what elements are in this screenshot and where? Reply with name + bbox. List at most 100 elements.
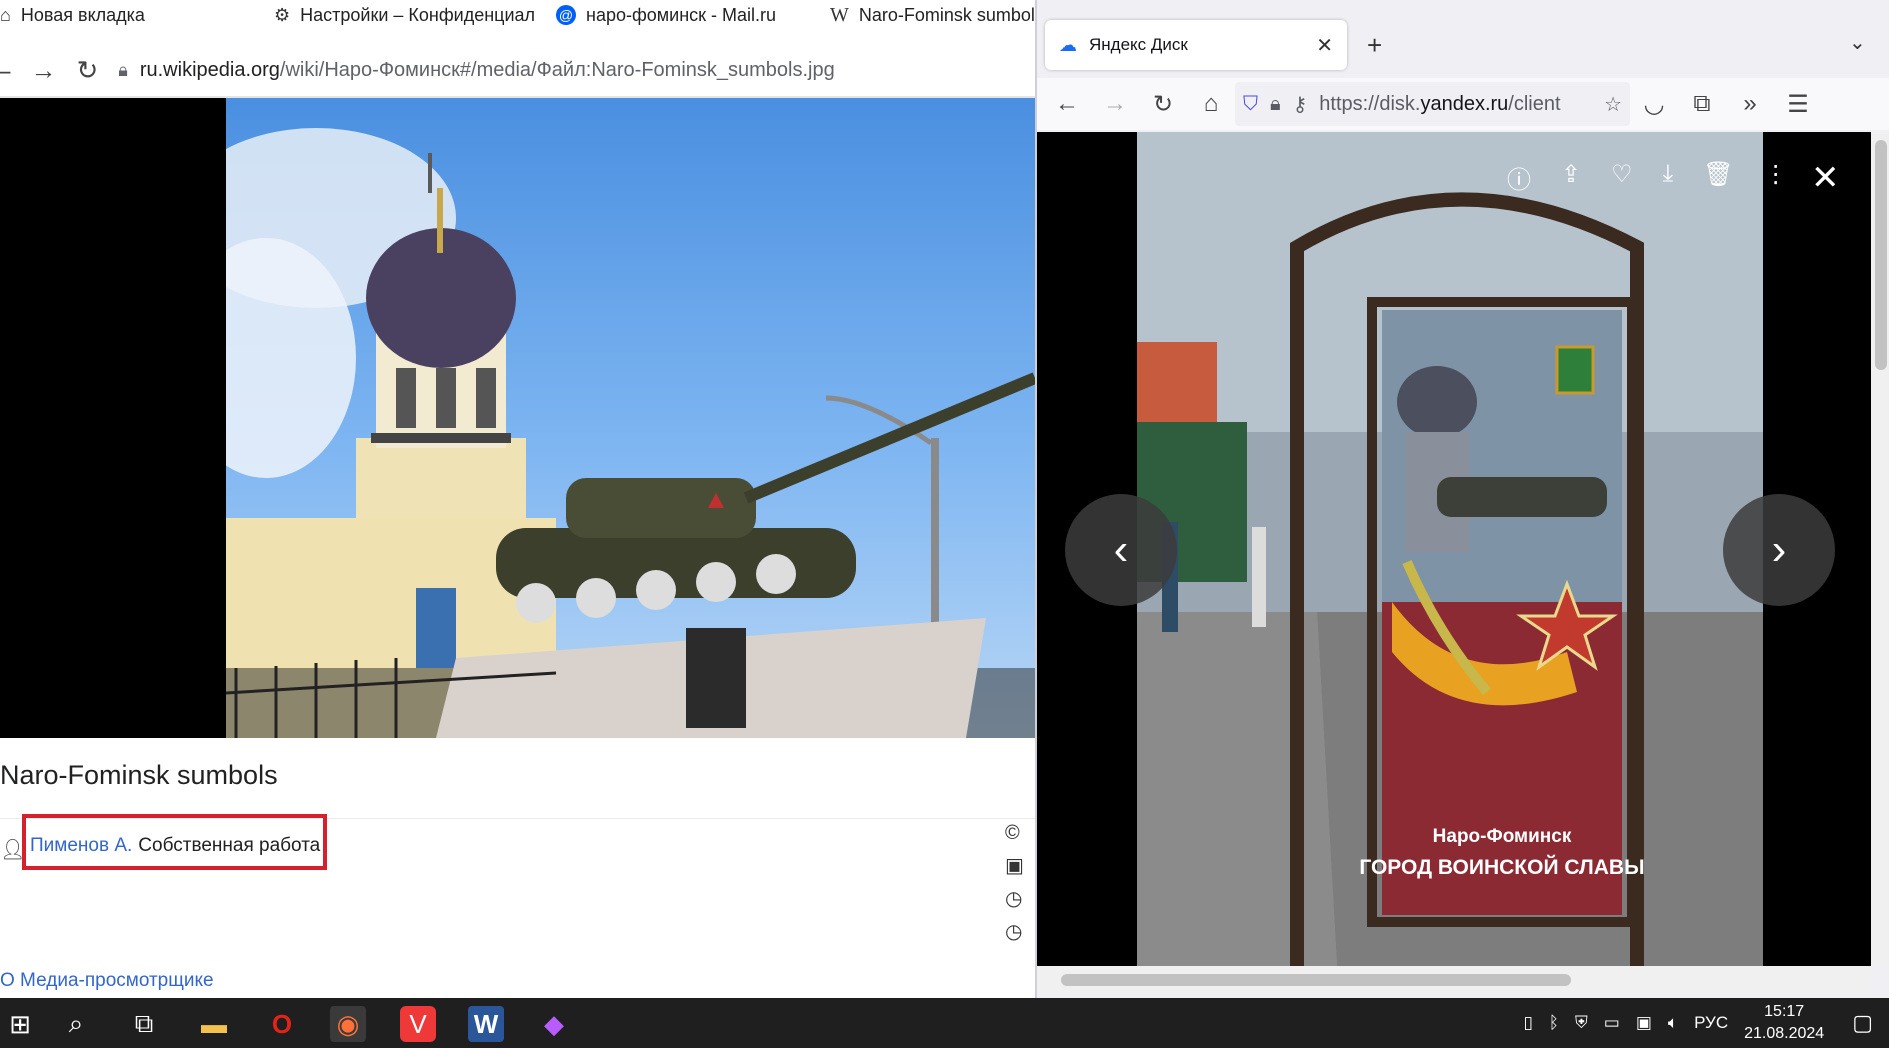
yd-photo-toolbar: ⓘ ⇪ ♡ ⤓ 🗑︎ ⋮: [1507, 160, 1788, 195]
shield-icon: ⛉: [1243, 92, 1258, 115]
tab-wikipedia[interactable]: W Naro-Fominsk sumbol: [830, 0, 1035, 30]
info-icon[interactable]: ⓘ: [1507, 160, 1531, 195]
extensions-icon[interactable]: ⧉: [1678, 90, 1726, 118]
star-icon[interactable]: ☆: [1604, 92, 1622, 117]
left-browser-window: ⌂ Новая вкладка ⚙ Настройки – Конфиденци…: [0, 0, 1035, 998]
home-icon[interactable]: ⌂: [1187, 90, 1235, 118]
language-indicator[interactable]: РУС: [1694, 1013, 1728, 1033]
lock-icon: 🔒︎: [1270, 92, 1281, 115]
tab-label: наро-фоминск - Mail.ru: [586, 4, 777, 25]
more-vert-icon[interactable]: ⋮: [1764, 160, 1788, 195]
tab-settings[interactable]: ⚙ Настройки – Конфиденциал: [274, 0, 536, 30]
app-icon[interactable]: ◆: [536, 1006, 572, 1042]
yandex-disk-icon: ☁: [1059, 34, 1077, 55]
meta-icons: © ▣ ◷ ◷: [1005, 822, 1024, 944]
forward-icon[interactable]: →: [30, 55, 56, 86]
url-prefix: https://disk.: [1319, 92, 1421, 115]
forward-icon[interactable]: →: [1091, 90, 1139, 118]
yandex-photo-viewer: Наро-Фоминск ГОРОД ВОИНСКОЙ СЛАВЫ ⓘ ⇪ ♡ …: [1037, 132, 1871, 966]
volume-icon[interactable]: 🔈︎: [1668, 1013, 1678, 1033]
share-icon[interactable]: ⇪: [1561, 160, 1581, 195]
mailru-icon: @: [556, 5, 576, 25]
key-icon: ⚷: [1292, 93, 1308, 116]
left-tab-strip: ⌂ Новая вкладка ⚙ Настройки – Конфиденци…: [0, 0, 1035, 30]
reload-icon[interactable]: ↻: [76, 55, 98, 86]
system-tray: ▯ ᛒ ⛨ ▭ ▣ 🔈︎ РУС 15:17 21.08.2024 ▢: [1523, 998, 1889, 1048]
wikipedia-icon: W: [830, 3, 849, 26]
horizontal-scrollbar[interactable]: [1037, 966, 1871, 994]
church-tank-photo[interactable]: [226, 98, 1035, 738]
download-icon[interactable]: ⤓: [1663, 160, 1674, 195]
tab-label: Новая вкладка: [20, 4, 145, 25]
url-suffix: /client: [1508, 92, 1561, 115]
close-icon[interactable]: ✕: [1811, 158, 1840, 198]
opera-icon[interactable]: O: [264, 1006, 300, 1042]
gear-icon: ⚙: [274, 4, 291, 25]
scroll-thumb[interactable]: [1061, 974, 1571, 986]
poster-caption-line1: Наро-Фоминск: [1433, 826, 1572, 847]
cc-license-icon[interactable]: ©: [1005, 822, 1024, 845]
ff-toolbar: ← → ↻ ⌂ ⛉ 🔒︎ ⚷ https://disk.yandex.ru/cl…: [1037, 78, 1889, 130]
tab-mailru[interactable]: @ наро-фоминск - Mail.ru: [556, 0, 806, 30]
next-photo-button[interactable]: ›: [1723, 494, 1835, 606]
poster-caption-line2: ГОРОД ВОИНСКОЙ СЛАВЫ: [1359, 855, 1644, 879]
highlight-box: [22, 814, 327, 870]
chevron-left-icon: ‹: [1113, 525, 1129, 574]
notification-icon[interactable]: ▢: [1852, 1010, 1873, 1036]
network-icon[interactable]: ▭: [1604, 1013, 1620, 1033]
ff-url-field[interactable]: ⛉ 🔒︎ ⚷ https://disk.yandex.ru/client ☆: [1235, 82, 1630, 126]
desktop-screen: ⌂ Новая вкладка ⚙ Настройки – Конфиденци…: [0, 0, 1889, 1048]
url-host: ru.wikipedia.org: [139, 58, 280, 81]
reload-icon[interactable]: ↻: [1139, 90, 1187, 119]
prev-photo-button[interactable]: ‹: [1065, 494, 1177, 606]
chevron-right-icon: ›: [1771, 525, 1787, 574]
tab-new-tab[interactable]: ⌂ Новая вкладка: [0, 0, 250, 30]
image-icon[interactable]: ▣: [1005, 853, 1024, 878]
vertical-scrollbar[interactable]: [1871, 132, 1889, 966]
ff-tab-strip: ☁ Яндекс Диск ✕ + ⌄: [1037, 0, 1889, 72]
heart-icon[interactable]: ♡: [1611, 160, 1633, 195]
left-address-bar: – → ↻ 🔒︎ ru.wikipedia.org/wiki/Наро-Фоми…: [0, 44, 1035, 96]
close-tab-icon[interactable]: ✕: [1316, 33, 1333, 58]
windows-taskbar: ⊞ ⌕ ⧉ ▬ O ◉ V W ◆ ▯ ᛒ ⛨ ▭ ▣ 🔈︎ РУС 15:17…: [0, 998, 1889, 1048]
clock[interactable]: 15:17 21.08.2024: [1744, 1001, 1824, 1045]
new-tab-icon[interactable]: +: [1367, 30, 1382, 61]
scroll-thumb[interactable]: [1875, 140, 1887, 370]
bus-stop-poster-photo[interactable]: Наро-Фоминск ГОРОД ВОИНСКОЙ СЛАВЫ: [1137, 132, 1763, 966]
search-icon[interactable]: ⌕: [58, 1006, 94, 1042]
back-icon[interactable]: ←: [1043, 90, 1091, 118]
tab-label: Яндекс Диск: [1089, 35, 1188, 54]
media-viewer: [0, 98, 1035, 738]
file-explorer-icon[interactable]: ▬: [196, 1006, 232, 1042]
usb-icon[interactable]: ▯: [1523, 1013, 1532, 1033]
tab-yandex-disk[interactable]: ☁ Яндекс Диск ✕: [1045, 20, 1347, 70]
defender-icon[interactable]: ⛨: [1575, 1013, 1588, 1033]
history-icon[interactable]: ◷: [1005, 919, 1024, 944]
clock-date: 21.08.2024: [1744, 1025, 1825, 1042]
url-field[interactable]: 🔒︎ ru.wikipedia.org/wiki/Наро-Фоминск#/m…: [118, 59, 834, 82]
pocket-icon[interactable]: ◡: [1630, 90, 1678, 119]
file-title: Naro-Fominsk sumbols: [0, 760, 278, 790]
clock-icon[interactable]: ◷: [1005, 886, 1024, 911]
back-icon[interactable]: –: [0, 55, 10, 86]
firefox-icon[interactable]: ◉: [330, 1006, 366, 1042]
bluetooth-icon[interactable]: ᛒ: [1549, 1013, 1559, 1033]
vivaldi-icon[interactable]: V: [400, 1006, 436, 1042]
home-icon: ⌂: [0, 4, 11, 25]
url-path: /wiki/Наро-Фоминск#/media/Файл:Naro-Fomi…: [279, 58, 835, 81]
word-icon[interactable]: W: [468, 1006, 504, 1042]
overflow-icon[interactable]: »: [1726, 90, 1774, 118]
trash-icon[interactable]: 🗑︎: [1703, 160, 1733, 195]
windows-start-icon[interactable]: ⊞: [2, 1006, 38, 1042]
task-view-icon[interactable]: ⧉: [126, 1006, 162, 1042]
tab-label: Настройки – Конфиденциал: [300, 4, 536, 25]
url-domain: yandex.ru: [1420, 92, 1509, 115]
chevron-down-icon[interactable]: ⌄: [1849, 30, 1866, 55]
right-browser-window: ☁ Яндекс Диск ✕ + ⌄ ← → ↻ ⌂ ⛉ 🔒︎ ⚷ https…: [1035, 0, 1889, 998]
clock-time: 15:17: [1764, 1003, 1805, 1020]
lock-icon: 🔒︎: [118, 59, 128, 80]
app-tray-icon[interactable]: ▣: [1636, 1013, 1652, 1033]
about-media-viewer-link[interactable]: О Медиа-просмотрщике: [0, 970, 214, 992]
menu-icon[interactable]: ☰: [1774, 90, 1822, 119]
tab-label: Naro-Fominsk sumbol: [858, 4, 1035, 25]
